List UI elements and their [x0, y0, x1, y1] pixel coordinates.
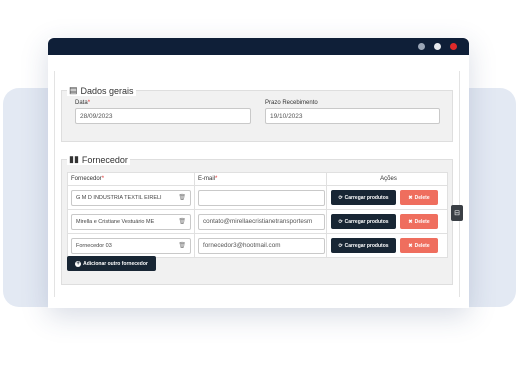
plus-circle-icon: + — [75, 260, 82, 267]
dados-gerais-section: ▤ Dados gerais Data* 28/09/2023 Prazo Re… — [61, 85, 453, 142]
col-acoes: Ações — [326, 172, 448, 186]
close-icon: ✖ — [408, 194, 413, 201]
prazo-recebimento-input[interactable]: 19/10/2023 — [265, 108, 440, 124]
table-row: G M D INDUSTRIA TEXTIL EIRELI 🗑 ⟳ Carregar… — [67, 185, 448, 210]
app-window: ▤ Dados gerais Data* 28/09/2023 Prazo Re… — [48, 38, 469, 308]
fornecedor-legend: ▮▮ Fornecedor — [67, 154, 130, 165]
fornecedor-select[interactable]: G M D INDUSTRIA TEXTIL EIRELI 🗑 — [71, 189, 191, 206]
delete-button[interactable]: ✖ Delete — [400, 190, 438, 205]
trash-icon[interactable]: 🗑 — [178, 194, 186, 201]
delete-button[interactable]: ✖ Delete — [400, 214, 438, 229]
window-control-gray[interactable] — [418, 43, 425, 50]
data-label: Data* — [75, 100, 91, 106]
calendar-icon: ▤ — [69, 85, 78, 95]
refresh-icon: ⟳ — [338, 194, 343, 201]
fornecedor-table: Fornecedor* E-mail* Ações G M D INDUSTRI… — [67, 172, 448, 258]
table-header-row: Fornecedor* E-mail* Ações — [67, 172, 448, 186]
fornecedor-select[interactable]: Fornecedor 03 🗑 — [71, 237, 191, 254]
delete-button[interactable]: ✖ Delete — [400, 238, 438, 253]
refresh-icon: ⟳ — [338, 242, 343, 249]
fornecedor-section: ▮▮ Fornecedor Fornecedor* E-mail* Ações … — [61, 154, 453, 285]
trash-icon[interactable]: 🗑 — [178, 242, 186, 249]
close-icon: ✖ — [408, 218, 413, 225]
bar-chart-icon: ▮▮ — [69, 154, 79, 164]
carregar-produtos-button[interactable]: ⟳ Carregar produtos — [331, 238, 396, 253]
table-row: Fornecedor 03 🗑 fornecedor3@hootmail.com … — [67, 233, 448, 258]
window-titlebar — [48, 38, 469, 55]
dados-gerais-legend: ▤ Dados gerais — [67, 85, 136, 96]
trash-icon[interactable]: 🗑 — [178, 218, 186, 225]
refresh-icon: ⟳ — [338, 218, 343, 225]
email-input[interactable] — [198, 189, 325, 206]
col-fornecedor: Fornecedor* — [67, 172, 195, 186]
carregar-produtos-button[interactable]: ⟳ Carregar produtos — [331, 214, 396, 229]
window-control-red[interactable] — [450, 43, 457, 50]
email-input[interactable]: fornecedor3@hootmail.com — [198, 237, 325, 254]
adicionar-fornecedor-button[interactable]: + Adicionar outro fornecedor — [67, 256, 156, 271]
form-content: ▤ Dados gerais Data* 28/09/2023 Prazo Re… — [54, 71, 460, 297]
col-email: E-mail* — [194, 172, 327, 186]
prazo-recebimento-label: Prazo Recebimento — [265, 100, 318, 106]
carregar-produtos-button[interactable]: ⟳ Carregar produtos — [331, 190, 396, 205]
table-row: Mirella e Cristiane Vestuário ME 🗑 contat… — [67, 209, 448, 234]
close-icon: ✖ — [408, 242, 413, 249]
window-control-white[interactable] — [434, 43, 441, 50]
dados-gerais-title: Dados gerais — [80, 85, 134, 96]
data-input[interactable]: 28/09/2023 — [75, 108, 251, 124]
fornecedor-title: Fornecedor — [81, 154, 128, 165]
sidebar-toggle-icon[interactable]: ⊟ — [451, 205, 463, 221]
email-input[interactable]: contato@mirellaecristianetransportesm — [198, 213, 325, 230]
fornecedor-select[interactable]: Mirella e Cristiane Vestuário ME 🗑 — [71, 213, 191, 230]
